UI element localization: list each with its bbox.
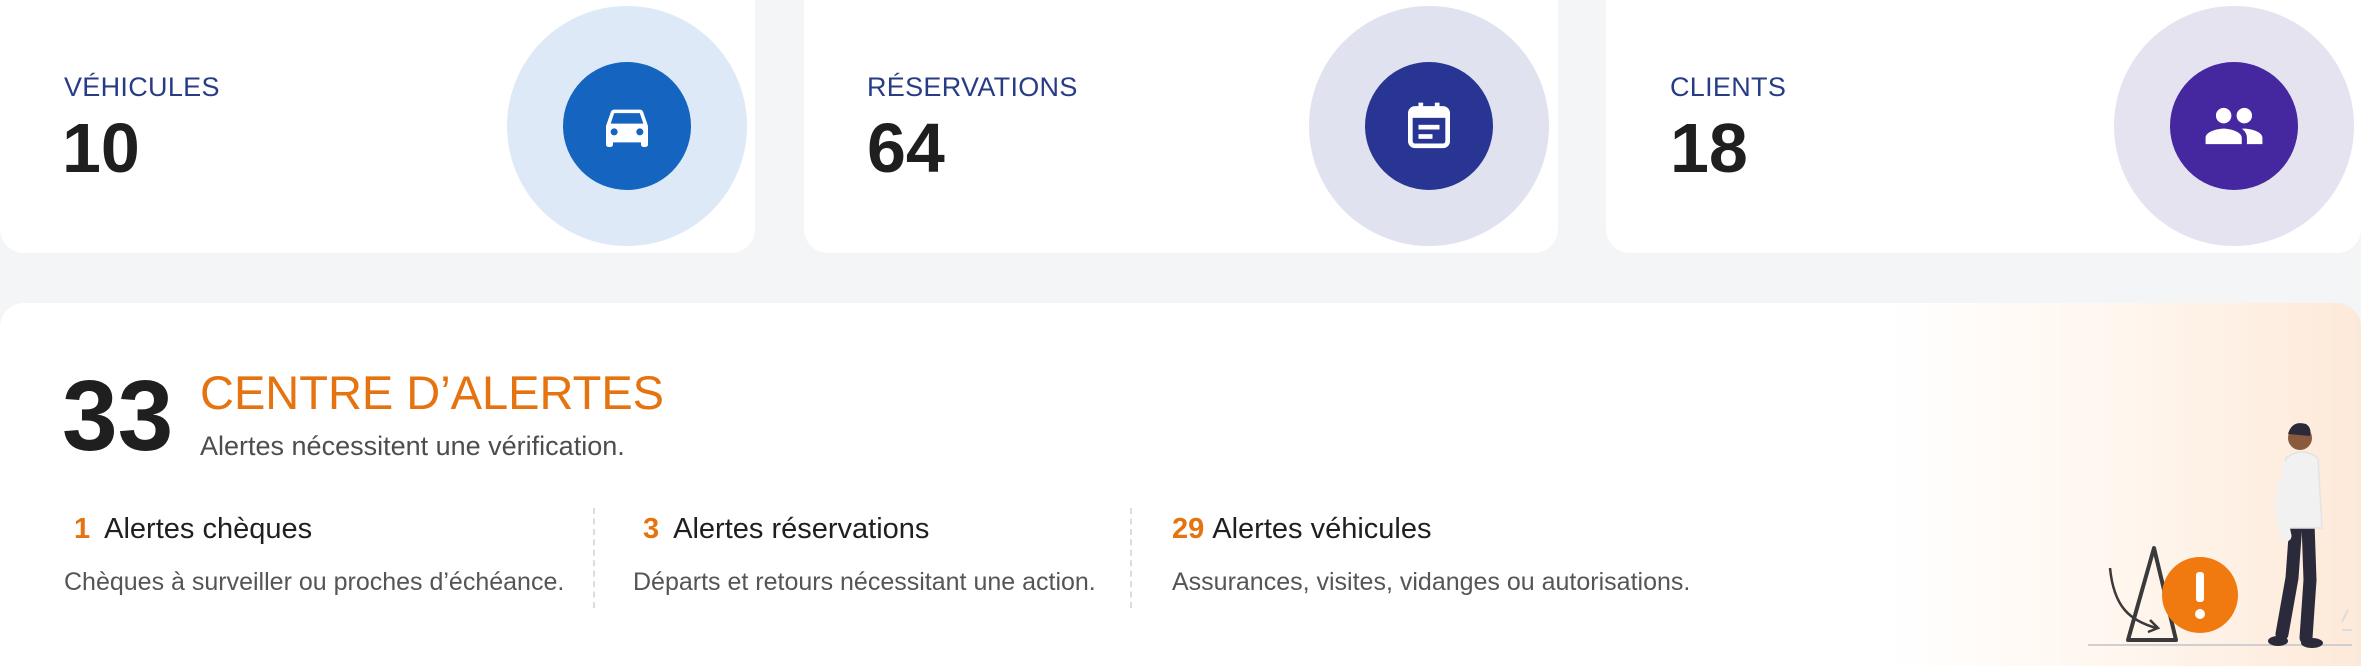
alert-category-vehicules[interactable]: 29 Alertes véhicules Assurances, visites,… (1172, 513, 1690, 597)
calendar-icon (1365, 62, 1493, 190)
people-icon (2170, 62, 2298, 190)
alert-category-description: Assurances, visites, vidanges ou autoris… (1172, 568, 1691, 596)
stat-card-reservations[interactable]: RÉSERVATIONS 64 (804, 0, 1558, 253)
stat-label: VÉHICULES (64, 72, 220, 102)
alert-center-card: 33 CENTRE D’ALERTES Alertes nécessitent … (0, 303, 2361, 666)
alert-center-subtitle: Alertes nécessitent une vérification. (200, 431, 625, 461)
alert-center-title: CENTRE D’ALERTES (200, 366, 665, 419)
divider (1130, 508, 1132, 608)
alert-category-reservations[interactable]: 3 Alertes réservations Départs et retours… (633, 513, 1096, 597)
stat-label: CLIENTS (1670, 72, 1787, 102)
stat-value: 18 (1670, 109, 1748, 187)
alert-category-count: 3 (643, 513, 660, 545)
divider (593, 508, 595, 608)
stat-value: 64 (867, 109, 945, 187)
warning-person-illustration (2088, 423, 2352, 648)
car-icon (563, 62, 691, 190)
alert-category-label: Alertes véhicules (1212, 513, 1432, 545)
alert-category-description: Départs et retours nécessitant une actio… (633, 568, 1096, 596)
stat-label: RÉSERVATIONS (867, 72, 1078, 102)
stat-card-clients[interactable]: CLIENTS 18 (1606, 0, 2361, 253)
alert-category-label: Alertes réservations (673, 513, 930, 545)
stat-value: 10 (62, 109, 140, 187)
alert-total-count: 33 (62, 360, 174, 472)
alert-category-label: Alertes chèques (104, 513, 313, 545)
alert-category-count: 1 (74, 513, 91, 545)
alert-category-count: 29 (1172, 513, 1205, 545)
alert-category-cheques[interactable]: 1 Alertes chèques Chèques à surveiller ou… (64, 513, 564, 597)
stat-card-vehicules[interactable]: VÉHICULES 10 (0, 0, 755, 253)
alert-category-description: Chèques à surveiller ou proches d’échéan… (64, 568, 565, 596)
